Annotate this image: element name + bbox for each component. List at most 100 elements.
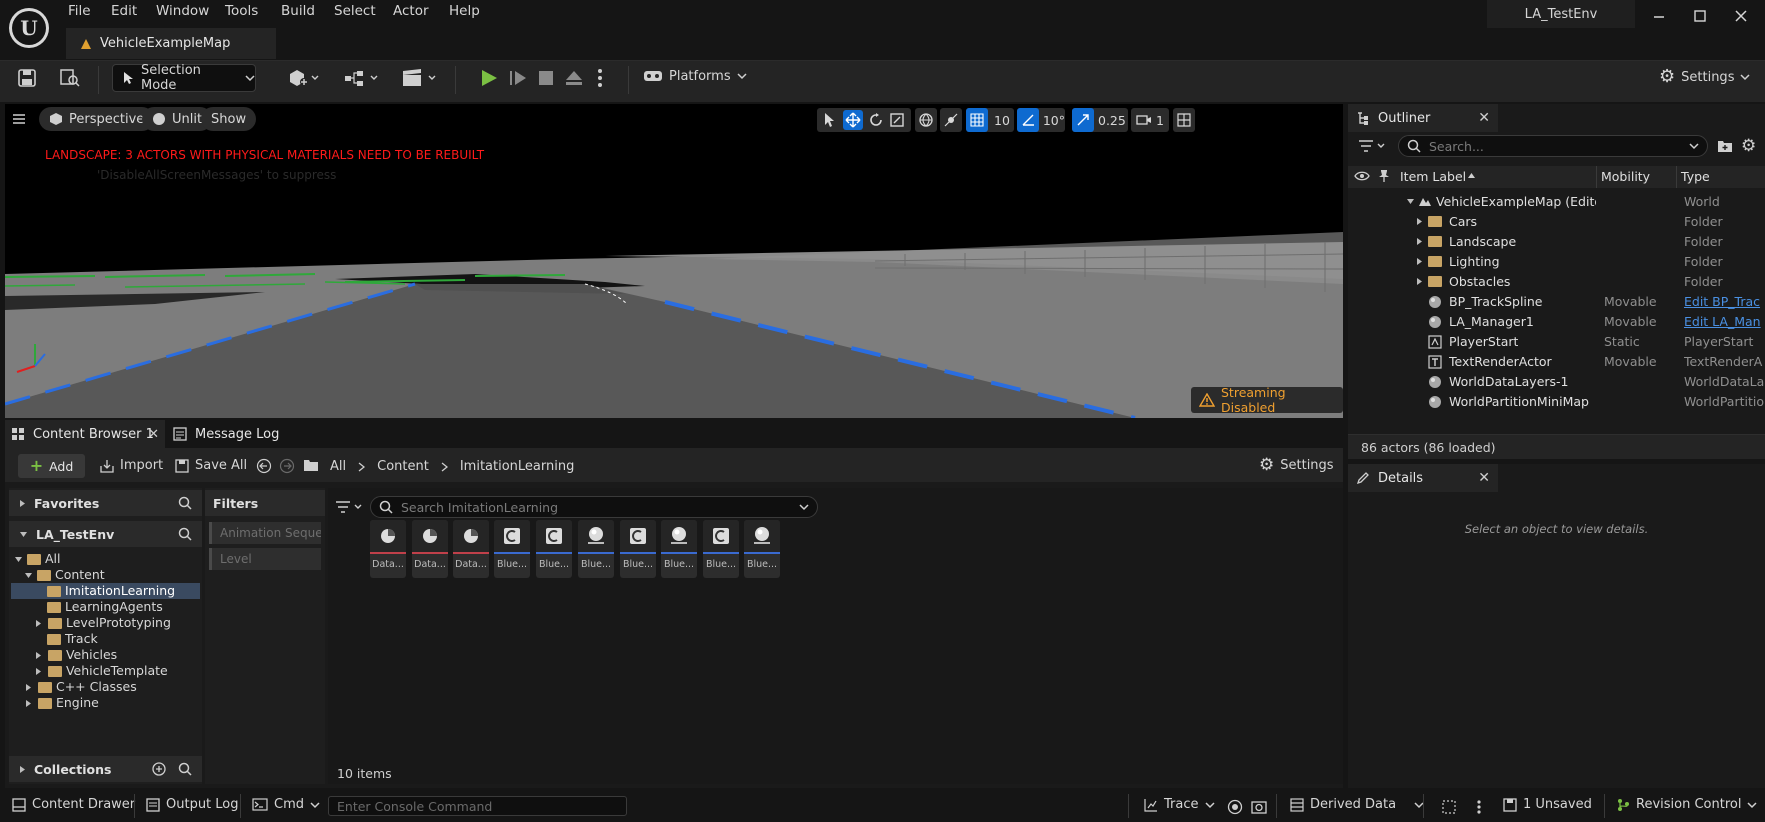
asset-filter-icon[interactable] bbox=[335, 500, 365, 514]
tab-content-browser[interactable]: Content Browser 1 ✕ bbox=[5, 420, 165, 448]
outliner-search-input[interactable]: Search... bbox=[1398, 135, 1708, 157]
more-options-icon[interactable] bbox=[597, 68, 603, 88]
minimize-button[interactable] bbox=[1652, 9, 1666, 23]
streaming-disabled-badge[interactable]: Streaming Disabled bbox=[1191, 385, 1343, 415]
blueprint-icon[interactable] bbox=[343, 68, 383, 88]
outliner-row-folder[interactable]: Cars Folder bbox=[1348, 212, 1765, 232]
breadcrumb-all[interactable]: All bbox=[330, 459, 346, 474]
world-space-toggle[interactable] bbox=[915, 108, 937, 132]
favorites-header[interactable]: Favorites bbox=[9, 490, 202, 516]
outliner-row-folder[interactable]: Obstacles Folder bbox=[1348, 272, 1765, 292]
output-log-button[interactable]: Output Log bbox=[146, 797, 239, 812]
browse-icon[interactable] bbox=[60, 69, 80, 87]
search-icon[interactable] bbox=[178, 496, 192, 510]
scale-tool-icon[interactable] bbox=[890, 113, 904, 127]
unreal-logo-icon[interactable]: U bbox=[9, 8, 49, 48]
selection-mode-dropdown[interactable]: Selection Mode bbox=[112, 63, 256, 93]
row-type-link[interactable]: Edit BP_Trac bbox=[1684, 294, 1764, 309]
chevron-right-icon[interactable] bbox=[1416, 237, 1423, 246]
column-mobility[interactable]: Mobility bbox=[1601, 169, 1650, 184]
maximize-button[interactable] bbox=[1693, 9, 1707, 23]
cmd-dropdown[interactable]: Cmd bbox=[252, 797, 320, 812]
tab-map[interactable]: VehicleExampleMap bbox=[66, 28, 276, 59]
close-icon[interactable]: ✕ bbox=[148, 427, 159, 442]
column-type[interactable]: Type bbox=[1681, 169, 1710, 184]
tree-item-all[interactable]: All bbox=[14, 551, 60, 567]
menu-build[interactable]: Build bbox=[281, 3, 315, 19]
asset-tile[interactable]: Blue... bbox=[661, 520, 697, 578]
translate-tool-icon[interactable] bbox=[843, 110, 863, 130]
tree-item-cpp-classes[interactable]: C++ Classes bbox=[25, 679, 137, 695]
asset-tile[interactable]: Data... bbox=[370, 520, 406, 578]
chevron-right-icon[interactable] bbox=[1416, 257, 1423, 266]
grid-snap-toggle[interactable]: 10 bbox=[966, 108, 1014, 132]
close-icon[interactable]: ✕ bbox=[1478, 110, 1490, 126]
chevron-down-icon[interactable] bbox=[1406, 198, 1415, 205]
surface-snap-toggle[interactable] bbox=[940, 108, 962, 132]
outliner-settings-icon[interactable]: ⚙ bbox=[1741, 136, 1756, 156]
pin-icon[interactable] bbox=[1378, 169, 1390, 183]
menu-actor[interactable]: Actor bbox=[393, 3, 429, 19]
outliner-row-actor[interactable]: LA_Manager1 Movable Edit LA_Man bbox=[1348, 312, 1765, 332]
status-more-icon[interactable] bbox=[1476, 799, 1482, 815]
forward-icon[interactable] bbox=[279, 458, 295, 474]
collections-header[interactable]: Collections bbox=[9, 756, 202, 782]
outliner-row-actor[interactable]: WorldDataLayers-1 WorldDataLa bbox=[1348, 372, 1765, 392]
tree-item-levelprototyping[interactable]: LevelPrototyping bbox=[35, 615, 171, 631]
unsaved-button[interactable]: 1 Unsaved bbox=[1503, 797, 1592, 812]
breadcrumb-imitationlearning[interactable]: ImitationLearning bbox=[460, 459, 575, 474]
play-button[interactable] bbox=[479, 68, 499, 88]
screenshot-icon[interactable] bbox=[1251, 799, 1267, 815]
scale-snap-value[interactable]: 0.25 bbox=[1098, 113, 1126, 128]
viewport-layout-button[interactable] bbox=[1173, 108, 1195, 132]
asset-tile[interactable]: Data... bbox=[453, 520, 489, 578]
menu-window[interactable]: Window bbox=[156, 3, 209, 19]
source-control-icon[interactable] bbox=[1442, 800, 1456, 814]
back-icon[interactable] bbox=[256, 458, 272, 474]
add-folder-icon[interactable] bbox=[1717, 139, 1733, 153]
derived-data-dropdown[interactable]: Derived Data bbox=[1290, 797, 1424, 812]
add-button[interactable]: + Add bbox=[18, 454, 85, 478]
outliner-row-actor[interactable]: WorldPartitionMiniMap WorldPartitio bbox=[1348, 392, 1765, 412]
asset-tile[interactable]: Blue... bbox=[494, 520, 530, 578]
menu-tools[interactable]: Tools bbox=[225, 3, 258, 19]
asset-tile[interactable]: Blue... bbox=[578, 520, 614, 578]
camera-speed-button[interactable]: 1 bbox=[1131, 108, 1169, 132]
content-drawer-button[interactable]: Content Drawer bbox=[12, 797, 135, 812]
filter-icon[interactable] bbox=[1358, 139, 1388, 153]
filter-animation-sequence[interactable]: Animation Sequence bbox=[209, 522, 321, 544]
tree-item-engine[interactable]: Engine bbox=[25, 695, 99, 711]
save-all-button[interactable]: Save All bbox=[175, 458, 247, 473]
select-tool-icon[interactable] bbox=[823, 112, 837, 128]
search-icon[interactable] bbox=[178, 762, 192, 776]
outliner-row-actor[interactable]: TextRenderActor Movable TextRenderA bbox=[1348, 352, 1765, 372]
console-input[interactable]: Enter Console Command bbox=[328, 796, 627, 816]
level-viewport[interactable]: Perspective Unlit Show 10 10° 0.25 1 LAN… bbox=[5, 104, 1343, 418]
tree-item-vehicles[interactable]: Vehicles bbox=[35, 647, 117, 663]
add-actor-icon[interactable] bbox=[288, 68, 320, 88]
search-icon[interactable] bbox=[178, 527, 192, 541]
column-item-label[interactable]: Item Label bbox=[1400, 169, 1466, 184]
folder-browse-icon[interactable] bbox=[303, 459, 319, 472]
cb-settings-button[interactable]: ⚙ Settings bbox=[1259, 456, 1334, 474]
cinematics-icon[interactable] bbox=[401, 68, 441, 88]
stop-icon[interactable] bbox=[537, 69, 555, 87]
toolbar-settings-button[interactable]: ⚙ Settings bbox=[1659, 68, 1750, 86]
outliner-row-folder[interactable]: Landscape Folder bbox=[1348, 232, 1765, 252]
outliner-row-world[interactable]: VehicleExampleMap (Editor) World bbox=[1348, 192, 1765, 212]
asset-tile[interactable]: Data... bbox=[412, 520, 448, 578]
asset-search-input[interactable]: Search ImitationLearning bbox=[370, 496, 818, 518]
add-collection-icon[interactable] bbox=[152, 762, 166, 776]
show-button[interactable]: Show bbox=[201, 107, 257, 131]
outliner-row-folder[interactable]: Lighting Folder bbox=[1348, 252, 1765, 272]
project-header[interactable]: LA_TestEnv bbox=[9, 521, 202, 547]
chevron-right-icon[interactable] bbox=[1416, 217, 1423, 226]
visibility-icon[interactable] bbox=[1354, 170, 1370, 182]
platforms-button[interactable]: Platforms bbox=[643, 68, 747, 84]
save-icon[interactable] bbox=[18, 69, 36, 87]
outliner-row-actor[interactable]: PlayerStart Static PlayerStart bbox=[1348, 332, 1765, 352]
import-button[interactable]: Import bbox=[100, 458, 163, 473]
tree-item-imitationlearning[interactable]: ImitationLearning bbox=[47, 583, 175, 599]
menu-file[interactable]: File bbox=[68, 3, 91, 19]
viewport-menu-icon[interactable] bbox=[11, 112, 27, 126]
